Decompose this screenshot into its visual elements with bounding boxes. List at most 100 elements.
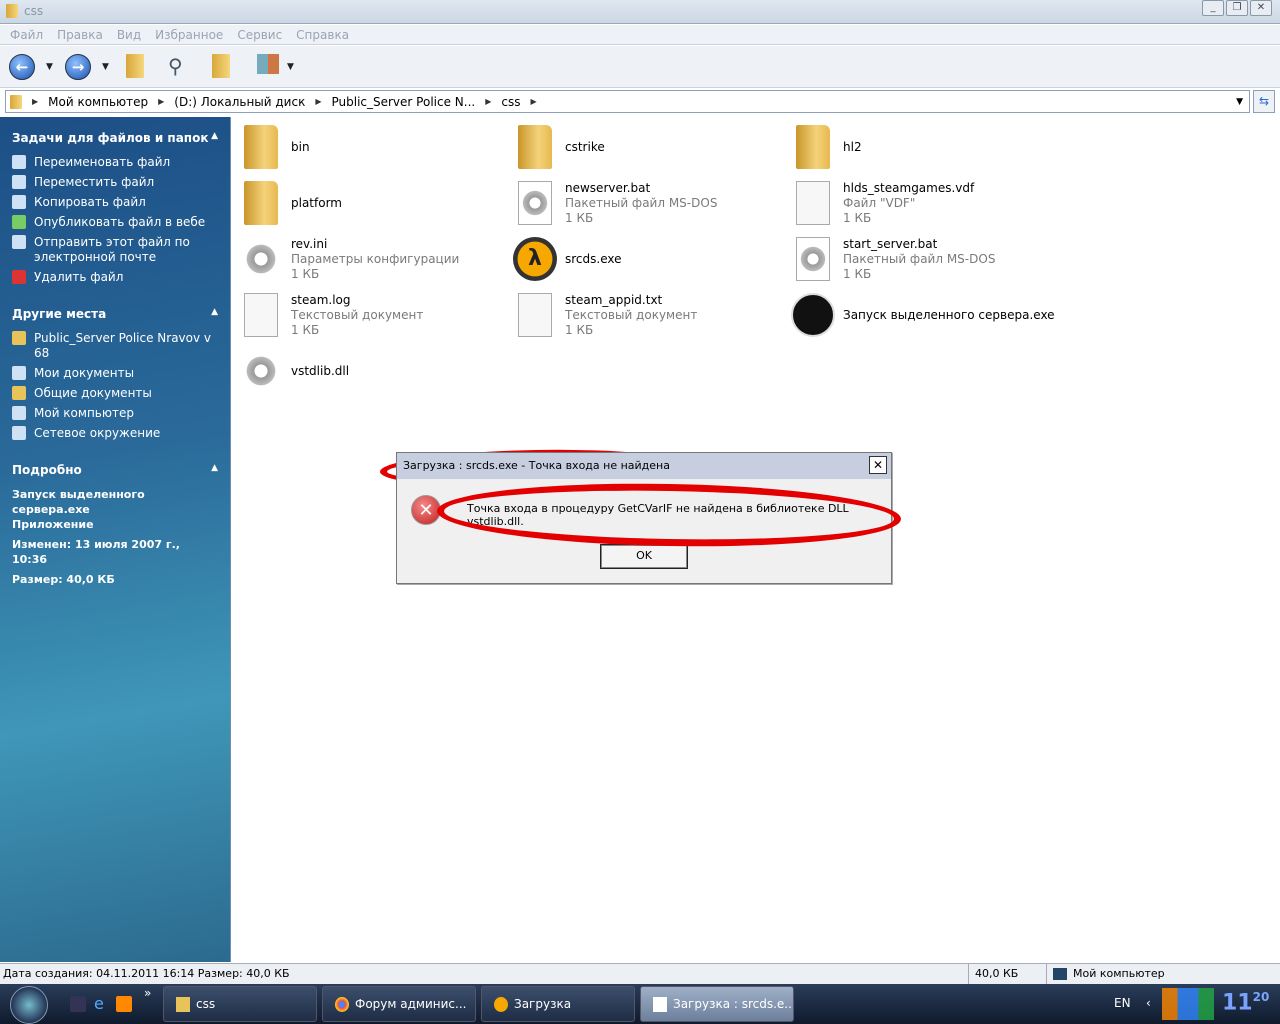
- collapse-icon: ▲: [211, 463, 218, 473]
- back-button[interactable]: ←: [9, 54, 35, 80]
- place-server-folder[interactable]: Public_Server Police Nravov v 68: [12, 331, 218, 361]
- rename-icon: [12, 155, 26, 169]
- chevron-right-icon[interactable]: ▶: [485, 97, 491, 106]
- file-type: Текстовый документ: [565, 307, 698, 322]
- network-icon: [12, 426, 26, 440]
- file-item[interactable]: vstdlib.dll: [239, 345, 509, 397]
- file-item[interactable]: steam_appid.txt Текстовый документ 1 КБ: [513, 289, 783, 341]
- media-player-icon[interactable]: [116, 996, 132, 1012]
- place-shared-documents[interactable]: Общие документы: [12, 386, 218, 401]
- menu-tools[interactable]: Сервис: [237, 25, 282, 44]
- chrome-icon: [335, 997, 349, 1012]
- show-desktop-icon[interactable]: [70, 996, 86, 1012]
- place-network[interactable]: Сетевое окружение: [12, 426, 218, 441]
- file-name: newserver.bat: [565, 180, 651, 195]
- folder-icon: [244, 125, 278, 169]
- task-delete[interactable]: Удалить файл: [12, 270, 218, 285]
- views-icon[interactable]: [257, 54, 279, 74]
- search-icon[interactable]: ⚲: [168, 54, 183, 78]
- chevron-right-icon[interactable]: ▶: [315, 97, 321, 106]
- ini-icon: [239, 237, 283, 281]
- chevron-right-icon[interactable]: ▶: [158, 97, 164, 106]
- quicklaunch-more-icon[interactable]: »: [144, 986, 151, 1000]
- breadcrumb-server[interactable]: Public_Server Police N...: [331, 95, 475, 109]
- file-size: 1 КБ: [291, 322, 320, 337]
- place-my-documents[interactable]: Мои документы: [12, 366, 218, 381]
- file-item[interactable]: hl2: [791, 121, 1061, 173]
- file-item[interactable]: Запуск выделенного сервера.exe: [791, 289, 1061, 341]
- address-dropdown-icon[interactable]: ▼: [1236, 97, 1243, 107]
- publish-icon: [12, 215, 26, 229]
- maximize-button[interactable]: ❐: [1226, 0, 1248, 16]
- clock[interactable]: 1120: [1222, 990, 1269, 1015]
- file-name: hl2: [843, 139, 862, 154]
- half-life-icon: [494, 997, 508, 1012]
- file-size: 1 КБ: [843, 210, 872, 225]
- file-name: Запуск выделенного сервера.exe: [843, 307, 1055, 322]
- window-title: css: [24, 4, 44, 18]
- dll-icon: [239, 349, 283, 393]
- menu-file[interactable]: Файл: [10, 25, 43, 44]
- file-item[interactable]: hlds_steamgames.vdf Файл "VDF" 1 КБ: [791, 177, 1061, 229]
- folder-icon: [244, 181, 278, 225]
- file-item[interactable]: newserver.bat Пакетный файл MS-DOS 1 КБ: [513, 177, 783, 229]
- menu-edit[interactable]: Правка: [57, 25, 103, 44]
- file-name: hlds_steamgames.vdf: [843, 180, 975, 195]
- file-name: steam_appid.txt: [565, 292, 663, 307]
- details-header[interactable]: Подробно ▲: [12, 463, 218, 477]
- menu-favorites[interactable]: Избранное: [155, 25, 223, 44]
- folders-icon[interactable]: [212, 54, 230, 78]
- menu-help[interactable]: Справка: [296, 25, 349, 44]
- file-type: Текстовый документ: [291, 307, 424, 322]
- task-email[interactable]: Отправить этот файл по электронной почте: [12, 235, 218, 265]
- minimize-button[interactable]: _: [1202, 0, 1224, 16]
- tasks-header[interactable]: Задачи для файлов и папок ▲: [12, 131, 218, 145]
- task-loading[interactable]: Загрузка: [481, 986, 635, 1022]
- ok-button[interactable]: OK: [600, 544, 688, 569]
- breadcrumb-drive[interactable]: (D:) Локальный диск: [174, 95, 305, 109]
- refresh-button[interactable]: ⇆: [1253, 90, 1275, 113]
- menu-view[interactable]: Вид: [117, 25, 141, 44]
- forward-dropdown-icon[interactable]: ▼: [102, 62, 109, 72]
- task-publish[interactable]: Опубликовать файл в вебе: [12, 215, 218, 230]
- place-my-computer[interactable]: Мой компьютер: [12, 406, 218, 421]
- start-button[interactable]: [10, 986, 48, 1024]
- language-indicator[interactable]: EN: [1114, 996, 1131, 1010]
- folder-icon: [6, 4, 18, 18]
- chevron-right-icon[interactable]: ▶: [32, 97, 38, 106]
- task-forum[interactable]: Форум админис...: [322, 986, 476, 1022]
- file-item[interactable]: rev.ini Параметры конфигурации 1 КБ: [239, 233, 509, 285]
- text-icon: [518, 293, 552, 337]
- address-bar[interactable]: ▶ Мой компьютер ▶ (D:) Локальный диск ▶ …: [5, 90, 1250, 113]
- file-item[interactable]: start_server.bat Пакетный файл MS-DOS 1 КБ: [791, 233, 1061, 285]
- file-item[interactable]: bin: [239, 121, 509, 173]
- back-dropdown-icon[interactable]: ▼: [46, 62, 53, 72]
- chevron-right-icon[interactable]: ▶: [530, 97, 536, 106]
- places-header[interactable]: Другие места ▲: [12, 307, 218, 321]
- file-item[interactable]: cstrike: [513, 121, 783, 173]
- ie-icon[interactable]: e: [94, 996, 110, 1012]
- file-item[interactable]: platform: [239, 177, 509, 229]
- folder-up-icon[interactable]: [126, 54, 144, 78]
- file-name: bin: [291, 139, 310, 154]
- tray-icons[interactable]: [1162, 988, 1214, 1020]
- forward-button[interactable]: →: [65, 54, 91, 80]
- details-name: Запуск выделенного сервера.exe: [12, 488, 145, 516]
- task-copy[interactable]: Копировать файл: [12, 195, 218, 210]
- views-dropdown-icon[interactable]: ▼: [287, 62, 294, 72]
- sidebar: Задачи для файлов и папок ▲ Переименовать…: [0, 117, 230, 962]
- task-css[interactable]: css: [163, 986, 317, 1022]
- task-error-dialog[interactable]: Загрузка : srcds.e...: [640, 986, 794, 1022]
- file-name: srcds.exe: [565, 251, 622, 266]
- file-item[interactable]: λ srcds.exe: [513, 233, 783, 285]
- tray-expand-icon[interactable]: ‹: [1146, 996, 1151, 1010]
- dialog-close-button[interactable]: ✕: [869, 456, 887, 474]
- move-icon: [12, 175, 26, 189]
- close-button[interactable]: ✕: [1250, 0, 1272, 16]
- task-move[interactable]: Переместить файл: [12, 175, 218, 190]
- text-icon: [244, 293, 278, 337]
- breadcrumb-my-computer[interactable]: Мой компьютер: [48, 95, 148, 109]
- task-rename[interactable]: Переименовать файл: [12, 155, 218, 170]
- file-item[interactable]: steam.log Текстовый документ 1 КБ: [239, 289, 509, 341]
- breadcrumb-css[interactable]: css: [501, 95, 520, 109]
